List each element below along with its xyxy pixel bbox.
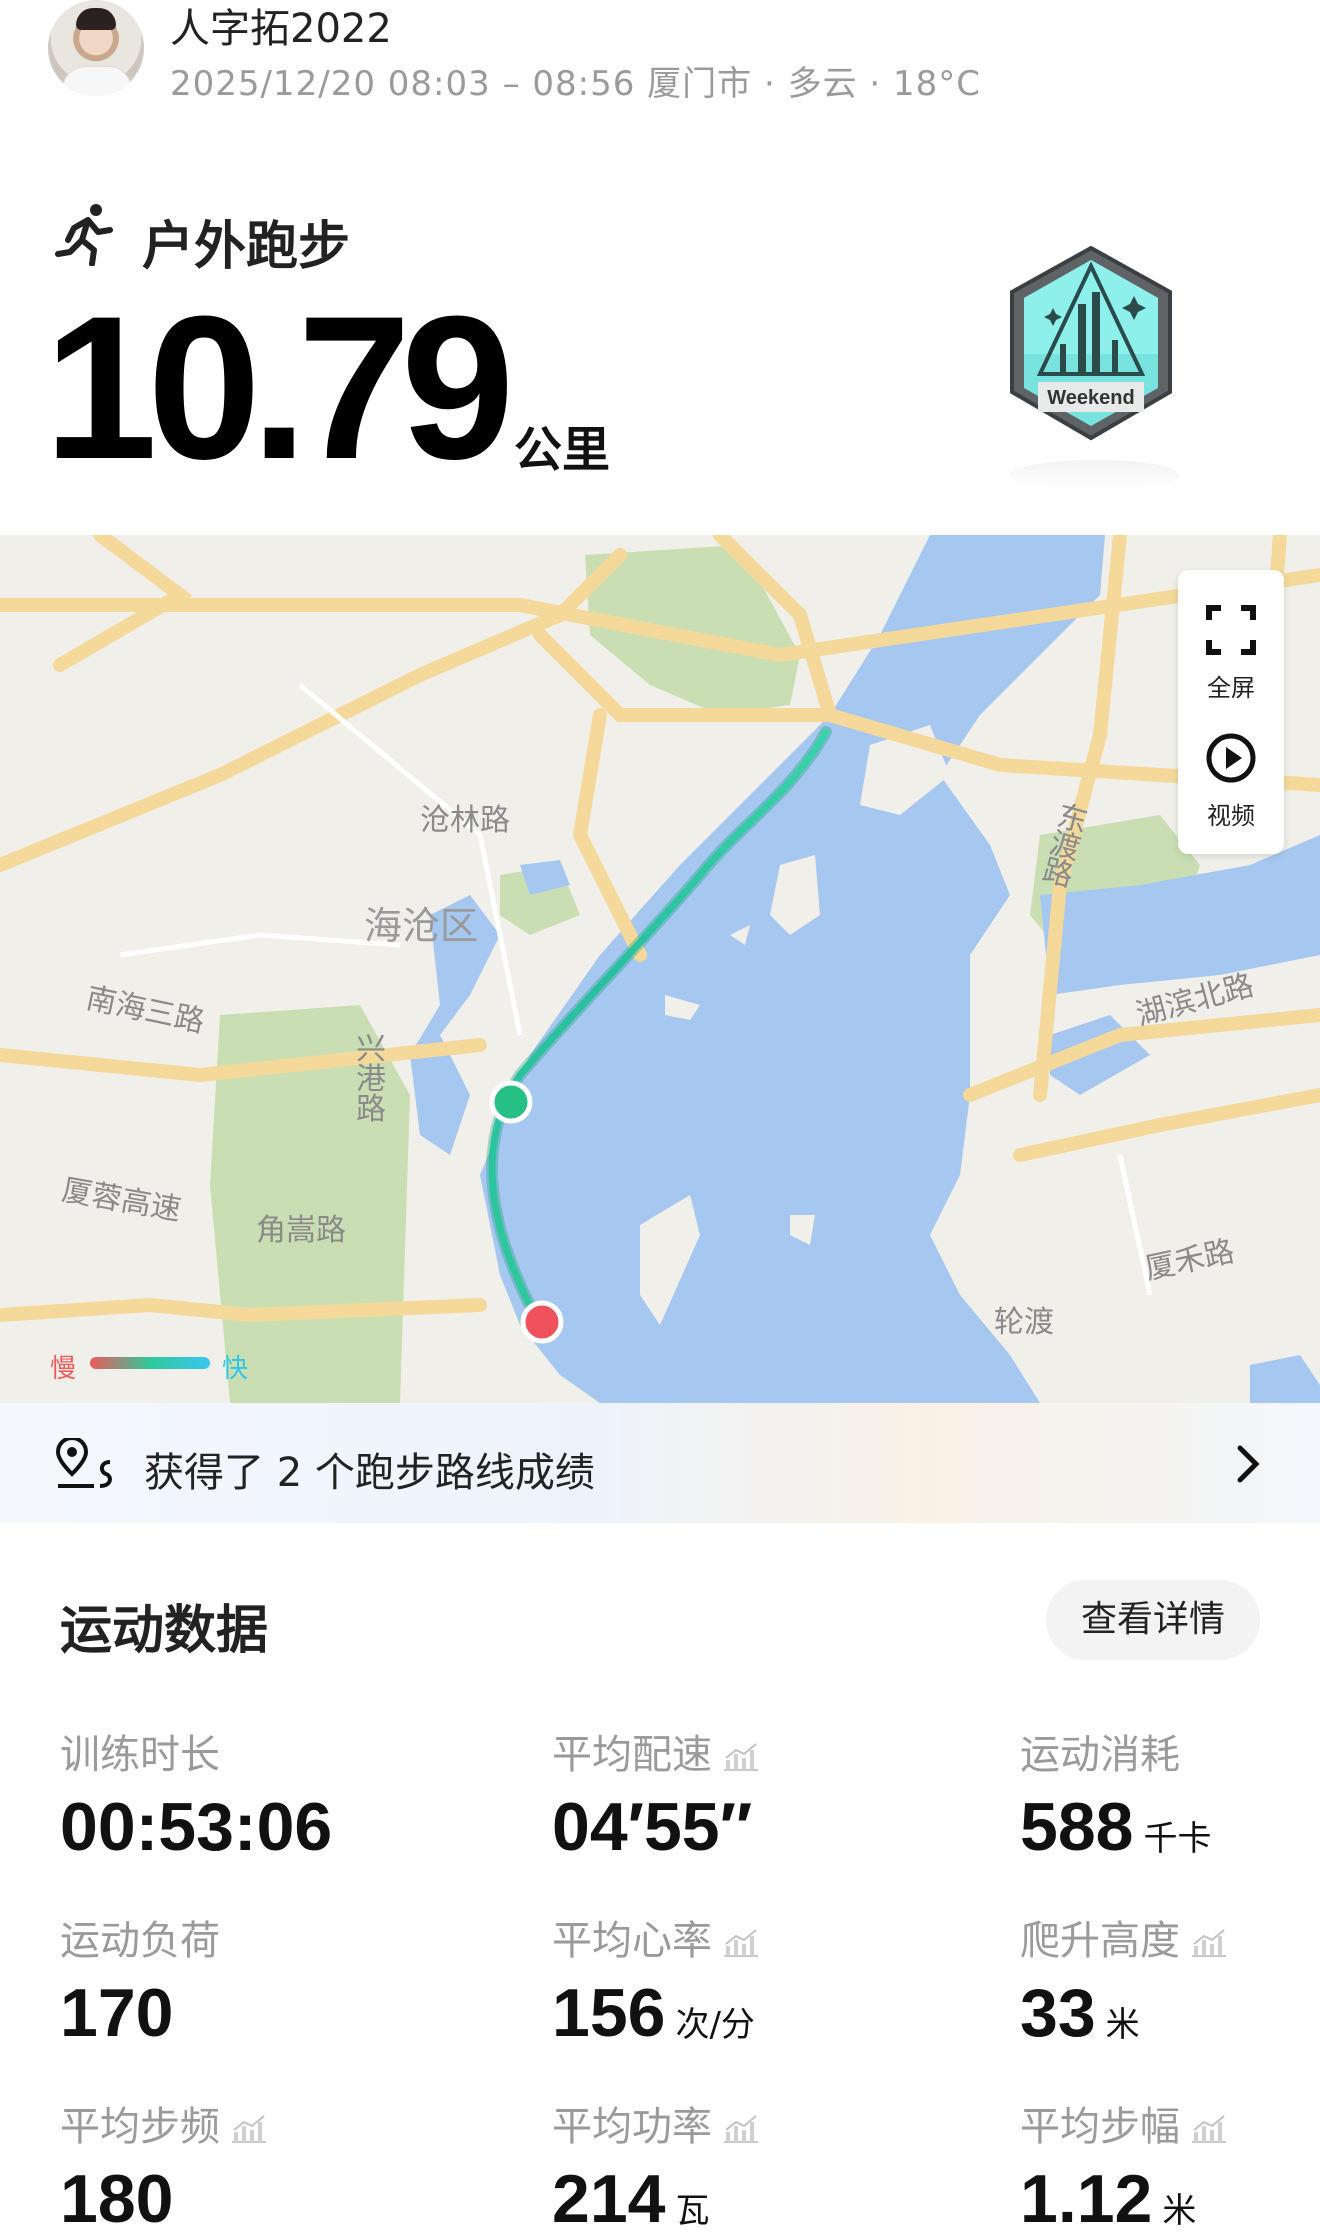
elevation-gain-unit: 米 xyxy=(1105,2005,1140,2045)
distance-unit: 公里 xyxy=(514,422,611,478)
pace-legend-gradient xyxy=(90,1357,210,1369)
avg-power-number: 214 xyxy=(552,2161,666,2237)
avg-pace-label: 平均配速 xyxy=(552,1722,760,1780)
elevation-gain-label-text: 爬升高度 xyxy=(1020,1918,1180,1964)
training-duration-value: 00:53:06 xyxy=(60,1788,332,1866)
training-duration-label-text: 训练时长 xyxy=(60,1732,220,1778)
training-load-label: 运动负荷 xyxy=(60,1908,220,1966)
fullscreen-icon xyxy=(1206,605,1256,655)
map-label-haicang-district: 海沧区 xyxy=(364,904,479,948)
trend-chart-icon[interactable] xyxy=(722,1928,760,1958)
calories-unit: 千卡 xyxy=(1143,1819,1212,1859)
avg-cadence-label: 平均步频 xyxy=(60,2094,268,2152)
avg-stride-value: 1.12 米 xyxy=(1020,2160,1196,2238)
avg-stride-number: 1.12 xyxy=(1020,2161,1153,2237)
stats-section-title: 运动数据 xyxy=(60,1601,269,1661)
training-load-number: 170 xyxy=(60,1975,174,2051)
running-icon xyxy=(55,204,113,266)
avg-heart-rate-label: 平均心率 xyxy=(552,1908,760,1966)
video-button[interactable]: 视频 xyxy=(1178,710,1284,850)
pace-legend-fast: 快 xyxy=(222,1354,249,1384)
elevation-gain-number: 33 xyxy=(1020,1975,1096,2051)
avg-stride-unit: 米 xyxy=(1162,2191,1197,2231)
calories-label: 运动消耗 xyxy=(1020,1722,1180,1780)
elevation-gain-label: 爬升高度 xyxy=(1020,1908,1228,1966)
username[interactable]: 人字拓2022 xyxy=(170,0,392,54)
calories-label-text: 运动消耗 xyxy=(1020,1732,1180,1778)
map-label-ferry: 轮渡 xyxy=(994,1305,1054,1340)
badge-label: Weekend xyxy=(1047,387,1134,409)
avg-power-label-text: 平均功率 xyxy=(552,2104,712,2150)
video-label: 视频 xyxy=(1207,802,1255,830)
play-video-icon xyxy=(1206,733,1256,783)
route-start-marker xyxy=(489,1080,533,1124)
avg-pace-number: 04′55″ xyxy=(552,1789,753,1865)
avg-stride-label: 平均步幅 xyxy=(1020,2094,1228,2152)
avg-stride-label-text: 平均步幅 xyxy=(1020,2104,1180,2150)
calories-value: 588 千卡 xyxy=(1020,1788,1211,1866)
avatar[interactable] xyxy=(48,0,144,96)
route-achievement-text: 获得了 2 个跑步路线成绩 xyxy=(144,1450,595,1496)
fullscreen-label: 全屏 xyxy=(1207,674,1255,702)
training-load-label-text: 运动负荷 xyxy=(60,1918,220,1964)
sport-type: 户外跑步 xyxy=(142,217,351,277)
map-canvas xyxy=(0,535,1320,1403)
avg-power-label: 平均功率 xyxy=(552,2094,760,2152)
trend-chart-icon[interactable] xyxy=(1190,1928,1228,1958)
avg-heart-rate-number: 156 xyxy=(552,1975,666,2051)
map-controls: 全屏 视频 xyxy=(1178,570,1284,854)
training-duration-number: 00:53:06 xyxy=(60,1789,333,1865)
map-label-jiaosong-road: 角嵩路 xyxy=(256,1213,346,1248)
route-map[interactable]: 沧林路 海沧区 南海三路 兴港路 厦蓉高速 角嵩路 东渡路 湖滨北路 厦禾路 轮… xyxy=(0,535,1320,1403)
weekend-badge-icon[interactable]: Weekend xyxy=(1000,244,1182,444)
avg-heart-rate-label-text: 平均心率 xyxy=(552,1918,712,1964)
training-duration-label: 训练时长 xyxy=(60,1722,220,1780)
distance-value: 10.79 xyxy=(44,274,514,502)
avg-cadence-label-text: 平均步频 xyxy=(60,2104,220,2150)
trend-chart-icon[interactable] xyxy=(722,1742,760,1772)
avg-pace-value: 04′55″ xyxy=(552,1788,752,1866)
chevron-right-icon xyxy=(1237,1445,1260,1483)
trend-chart-icon[interactable] xyxy=(230,2114,268,2144)
training-load-value: 170 xyxy=(60,1974,173,2052)
activity-meta: 2025/12/20 08:03 – 08:56 厦门市 · 多云 · 18°C xyxy=(170,64,982,104)
avg-heart-rate-unit: 次/分 xyxy=(675,2005,755,2045)
trend-chart-icon[interactable] xyxy=(1190,2114,1228,2144)
pace-legend-slow: 慢 xyxy=(50,1354,77,1384)
avg-cadence-number: 180 xyxy=(60,2161,174,2237)
avg-heart-rate-value: 156 次/分 xyxy=(552,1974,755,2052)
view-details-button[interactable]: 查看详情 xyxy=(1046,1580,1260,1660)
avg-power-unit: 瓦 xyxy=(675,2191,710,2231)
trend-chart-icon[interactable] xyxy=(722,2114,760,2144)
fullscreen-button[interactable]: 全屏 xyxy=(1178,570,1284,710)
map-label-canglin-road: 沧林路 xyxy=(420,803,510,838)
badge-shadow xyxy=(1010,460,1180,490)
map-label-xinggang-road: 兴港路 xyxy=(356,1032,386,1127)
avg-power-value: 214 瓦 xyxy=(552,2160,709,2238)
calories-number: 588 xyxy=(1020,1789,1134,1865)
elevation-gain-value: 33 米 xyxy=(1020,1974,1140,2052)
avg-pace-label-text: 平均配速 xyxy=(552,1732,712,1778)
route-pin-icon xyxy=(55,1438,112,1488)
route-end-marker xyxy=(520,1300,564,1344)
avg-cadence-value: 180 xyxy=(60,2160,173,2238)
